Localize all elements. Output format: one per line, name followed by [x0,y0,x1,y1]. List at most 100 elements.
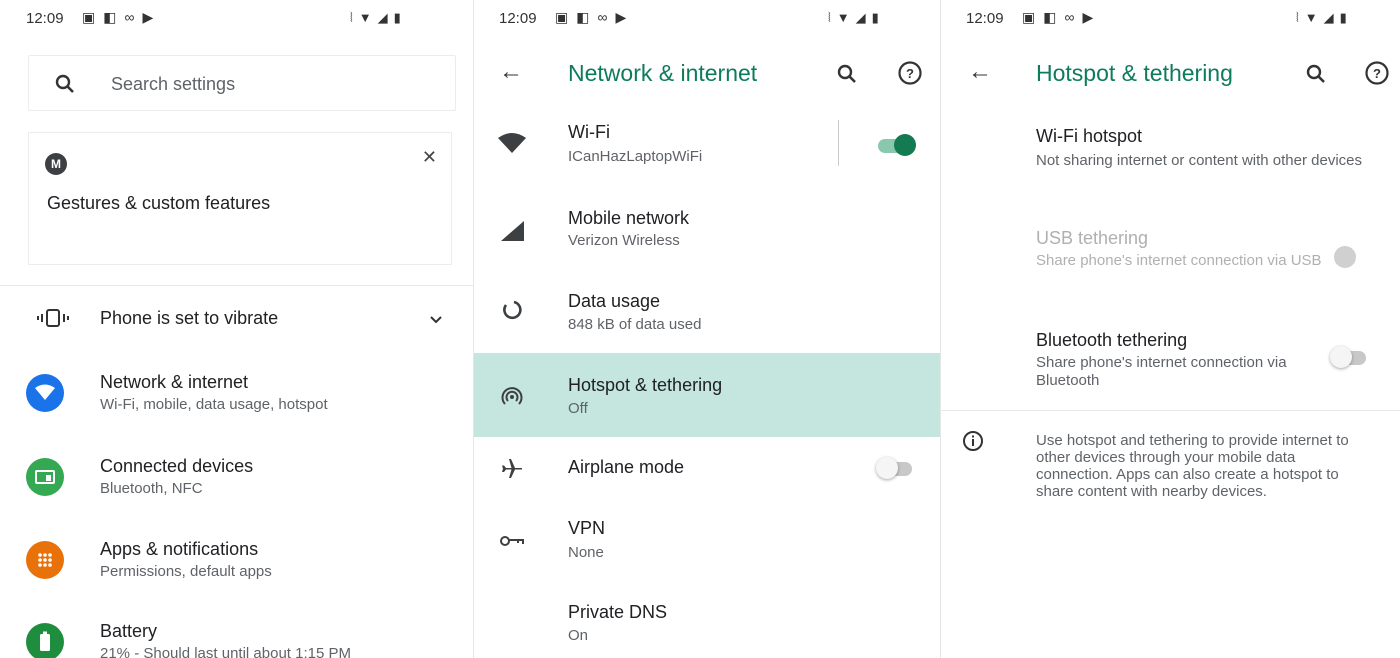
panel-separator [940,0,941,658]
item-subtitle: Not sharing internet or content with oth… [1036,152,1363,169]
item-subtitle: Bluetooth, NFC [100,480,203,497]
airplane-mode-row[interactable]: Airplane mode [473,445,940,495]
notification-icons: ▣ ◧ ∞ ▶ [82,9,153,26]
system-icons: ⦚ ▼ ◢ ▮ [828,10,879,26]
item-title: Hotspot & tethering [568,375,723,395]
vpn-row[interactable]: VPN None [473,510,940,592]
back-arrow-icon[interactable]: ← [968,58,992,86]
item-title: Wi-Fi hotspot [1036,126,1143,146]
item-subtitle: On [568,627,589,644]
item-title: Wi-Fi [568,122,610,142]
info-text: Use hotspot and tethering to provide int… [1036,432,1349,500]
wifi-toggle[interactable] [876,134,916,156]
divider [0,285,473,286]
wifi-row[interactable]: Wi-Fi ICanHazLaptopWiFi [473,112,940,194]
page-title: Hotspot & tethering [1036,60,1233,86]
item-subtitle: Permissions, default apps [100,563,272,580]
item-subtitle: Share phone's internet connection via Bl… [1036,354,1287,389]
devices-icon [26,458,64,496]
play-notification-icon: ▶ [615,9,627,25]
panel-separator [473,0,474,658]
usb-tethering-toggle [1330,246,1370,268]
info-icon [963,431,983,451]
private-dns-row[interactable]: Private DNS On [473,594,940,658]
mobile-network-row[interactable]: Mobile network Verizon Wireless [473,200,940,282]
signal-status-icon: ◢ [1323,10,1334,25]
settings-panel: 12:09 ▣ ◧ ∞ ▶ ⦚ ▼ ◢ ▮ Search settings M … [0,0,473,658]
item-title: Private DNS [568,602,668,622]
network-icon [26,374,64,412]
close-icon[interactable]: ✕ [422,147,437,168]
screenshot-notification-icon: ◧ [576,9,590,25]
back-arrow-icon[interactable]: ← [499,58,523,86]
voicemail-notification-icon: ∞ [597,9,608,25]
bluetooth-tethering-toggle[interactable] [1330,346,1370,368]
item-title: Bluetooth tethering [1036,330,1188,350]
battery-status-icon: ▮ [1339,10,1347,25]
play-notification-icon: ▶ [142,9,154,25]
image-notification-icon: ▣ [1022,9,1036,25]
item-subtitle: 21% - Should last until about 1:15 PM [100,645,351,658]
bluetooth-tethering-row[interactable]: Bluetooth tethering Share phone's intern… [940,326,1400,406]
airplane-mode-toggle[interactable] [876,457,916,479]
app-bar: ← Network & internet ? [473,50,940,98]
card-title: Gestures & custom features [47,193,271,213]
item-subtitle: Verizon Wireless [568,232,680,249]
search-bar[interactable]: Search settings [28,55,456,111]
suggestion-card[interactable]: M ✕ Gestures & custom features [28,132,452,265]
signal-status-icon: ◢ [855,10,866,25]
chevron-down-icon[interactable] [428,314,444,326]
item-title: Mobile network [568,208,690,228]
voicemail-notification-icon: ∞ [1064,9,1075,25]
airplane-icon [495,451,529,485]
vibrate-condition-row[interactable]: Phone is set to vibrate [0,300,473,360]
item-subtitle: Off [568,400,588,417]
app-bar: ← Hotspot & tethering ? [940,50,1400,98]
page-title: Network & internet [568,60,758,86]
wifi-hotspot-row[interactable]: Wi-Fi hotspot Not sharing internet or co… [940,122,1400,202]
item-subtitle: Share phone's internet connection via US… [1036,252,1322,269]
item-title: Airplane mode [568,457,685,477]
settings-item-apps[interactable]: Apps & notifications Permissions, defaul… [0,535,473,595]
apps-icon [26,541,64,579]
image-notification-icon: ▣ [555,9,569,25]
hotspot-tethering-row[interactable]: Hotspot & tethering Off [473,353,940,437]
item-subtitle: ICanHazLaptopWiFi [568,148,703,165]
signal-icon [495,214,529,248]
search-placeholder: Search settings [111,74,236,94]
item-subtitle: None [568,544,604,561]
settings-item-connected-devices[interactable]: Connected devices Bluetooth, NFC [0,452,473,512]
voicemail-notification-icon: ∞ [124,9,135,25]
status-bar: 12:09 ▣ ◧ ∞ ▶ ⦚ ▼ ◢ ▮ [473,0,940,38]
help-icon[interactable]: ? [897,60,923,86]
signal-status-icon: ◢ [377,10,388,25]
network-internet-panel: 12:09 ▣ ◧ ∞ ▶ ⦚ ▼ ◢ ▮ ← Network & intern… [473,0,940,658]
svg-text:?: ? [906,66,914,81]
search-icon [55,74,74,93]
vibrate-status-icon: ⦚ [1296,10,1299,25]
battery-status-icon: ▮ [871,10,879,25]
status-time: 12:09 [26,10,64,27]
settings-item-battery[interactable]: Battery 21% - Should last until about 1:… [0,617,473,658]
system-icons: ⦚ ▼ ◢ ▮ [350,10,401,26]
motorola-logo-icon: M [45,153,67,175]
vibrate-status-icon: ⦚ [828,10,831,25]
vibrate-status-icon: ⦚ [350,10,353,25]
settings-item-network[interactable]: Network & internet Wi-Fi, mobile, data u… [0,368,473,428]
system-icons: ⦚ ▼ ◢ ▮ [1296,10,1347,26]
status-bar: 12:09 ▣ ◧ ∞ ▶ ⦚ ▼ ◢ ▮ [940,0,1400,38]
usb-tethering-row: USB tethering Share phone's internet con… [940,224,1400,304]
search-icon[interactable] [835,62,859,86]
item-title: USB tethering [1036,228,1149,248]
play-notification-icon: ▶ [1082,9,1094,25]
item-title: Network & internet [100,372,249,392]
screenshot-notification-icon: ◧ [1043,9,1057,25]
vibrate-icon [37,309,69,327]
item-title: Data usage [568,291,661,311]
wifi-status-icon: ▼ [836,10,850,25]
item-subtitle: Wi-Fi, mobile, data usage, hotspot [100,396,328,413]
help-icon[interactable]: ? [1364,60,1390,86]
search-icon[interactable] [1304,62,1328,86]
divider [940,410,1400,411]
item-title: Connected devices [100,456,254,476]
